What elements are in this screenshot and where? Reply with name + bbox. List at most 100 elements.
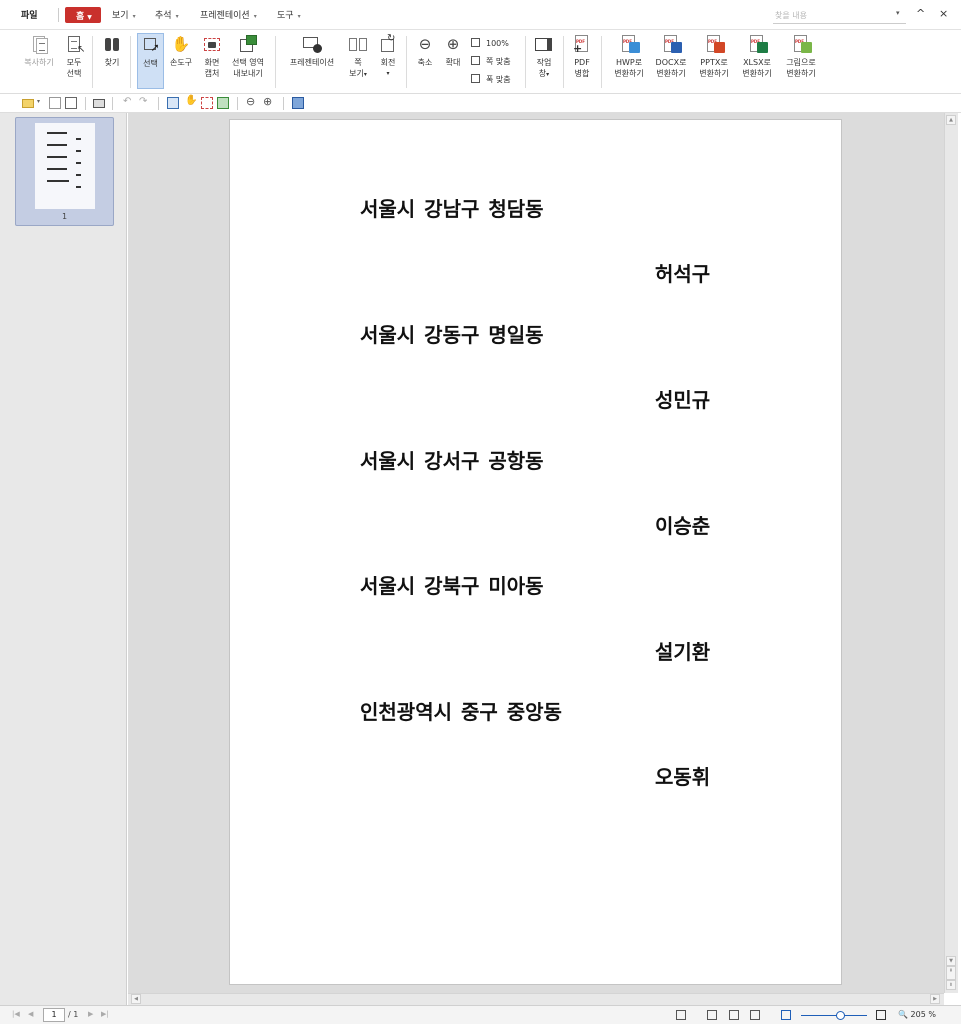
convert-docx-button[interactable]: PDF DOCX로 변환하기 [652,35,690,79]
search-input[interactable]: 찾을 내용 [773,7,906,24]
zoom-out-button[interactable]: ⊖ 축소 [414,35,436,68]
scroll-right-icon[interactable]: ▶ [930,994,940,1004]
convert-hwp-button[interactable]: PDF HWP로 변환하기 [610,35,648,79]
recipient-name: 이승춘 [655,514,711,538]
camera-icon[interactable] [201,97,213,109]
vertical-scrollbar[interactable]: ▲ ▼ ⇞ ⇟ [944,113,958,993]
last-page-icon[interactable]: ▶| [101,1010,109,1018]
next-page-button-icon[interactable]: ▶ [88,1010,93,1018]
single-page-view-icon[interactable] [707,1010,717,1020]
hwp-file-icon: PDF [619,35,640,54]
zoom-100-button[interactable]: 100% [471,38,509,48]
pdf-merge-icon: PDF + [572,35,592,54]
scroll-left-icon[interactable]: ◀ [131,994,141,1004]
select-tool-button[interactable]: ➚ 선택 [137,33,164,89]
menu-annotate[interactable]: 추석 ▾ [155,8,179,21]
ribbon-divider [563,36,564,88]
zoom-out-icon: ⊖ [418,35,432,53]
export-selection-button[interactable]: 선택 영역 내보내기 [229,35,267,79]
convert-image-button[interactable]: PDF 그림으로 변환하기 [781,35,821,79]
convert-hwp-label-1: HWP로 [615,58,643,67]
undo-icon[interactable]: ↶ [123,96,131,107]
menu-view[interactable]: 보기 ▾ [112,8,136,21]
save-icon[interactable] [49,97,61,109]
zoom-100-icon [471,38,480,47]
menu-presentation-label: 프레젠테이션 [200,11,250,21]
scroll-down-icon[interactable]: ▼ [946,956,956,966]
chevron-down-icon: ▾ [386,70,390,77]
zoom-slider-track[interactable] [801,1015,867,1016]
copy-button[interactable]: 복사하기 [20,35,58,68]
fit-width-icon[interactable] [750,1010,760,1020]
work-pane-button[interactable]: 작업 창▾ [533,35,555,80]
scroll-up-icon[interactable]: ▲ [946,115,956,125]
save-as-icon[interactable] [65,97,77,109]
zoom-in-button[interactable]: ⊕ 확대 [442,35,464,68]
pdf-merge-button[interactable]: PDF + PDF 병합 [570,35,594,79]
zoom-in-small-icon[interactable] [876,1010,886,1020]
address-line: 서울시 강북구 미아동 [360,574,544,598]
select-all-label-2: 선택 [66,69,82,78]
menu-view-label: 보기 [112,11,129,21]
open-folder-icon[interactable] [22,99,34,108]
convert-xlsx-button[interactable]: PDF XLSX로 변환하기 [738,35,776,79]
rotate-button[interactable]: ↻ 회전 ▾ [377,33,399,79]
zoom-slider-handle[interactable] [836,1011,845,1020]
select-all-button[interactable]: ↖ 모두 선택 [62,35,86,79]
fit-options-icon[interactable] [676,1010,686,1020]
hand-tool-button[interactable]: ✋ 손도구 [168,35,194,68]
first-page-icon[interactable]: |◀ [12,1010,20,1018]
thumbnail-text-line [76,186,81,188]
ribbon-divider [130,36,131,88]
fit-page-button[interactable]: 쪽 맞춤 [471,56,511,67]
convert-pptx-button[interactable]: PDF PPTX로 변환하기 [695,35,733,79]
menu-tools[interactable]: 도구 ▾ [277,8,301,21]
presentation-label: 프레젠테이션 [289,58,335,67]
convert-xlsx-label-1: XLSX로 [743,58,771,67]
print-icon[interactable] [93,99,105,108]
hand-tool-label: 손도구 [169,58,193,67]
address-line: 인천광역시 중구 중앙동 [360,700,562,724]
document-viewer[interactable]: 서울시 강남구 청담동 허석구 서울시 강동구 명일동 성민규 서울시 강서구 … [128,113,944,993]
screen-capture-button[interactable]: 화면 캡처 [200,35,224,79]
page-view-button[interactable]: 쪽 보기▾ [346,35,370,80]
status-bar: |◀ ◀ 1 / 1 ▶ ▶| 🔍 205 % [0,1005,961,1024]
ribbon-collapse-icon[interactable]: ^ [916,7,925,20]
thumbnail-text-line [47,156,67,158]
menu-file[interactable]: 파일 [21,8,38,21]
zoom-out-small-icon[interactable] [781,1010,791,1020]
redo-icon[interactable]: ↷ [139,96,147,107]
page-thumbnail[interactable]: 1 [15,117,114,226]
fit-width-button[interactable]: 폭 맞춤 [471,74,511,85]
search-dropdown-icon[interactable]: ▾ [896,9,900,17]
ribbon-divider [275,36,276,88]
menu-bar: 파일 홈 ▼ 보기 ▾ 추석 ▾ 프레젠테이션 ▾ 도구 ▾ 찾을 내용 ▾ ^ × [0,0,961,30]
fit-page-icon[interactable] [729,1010,739,1020]
menu-home[interactable]: 홈 ▼ [65,7,101,23]
ribbon-divider [601,36,602,88]
zoom-level[interactable]: 🔍 205 % [898,1010,936,1019]
menu-presentation[interactable]: 프레젠테이션 ▾ [200,8,257,21]
previous-page-icon[interactable]: ⇞ [946,966,956,980]
zoom-in-icon[interactable]: ⊕ [263,95,272,108]
close-icon[interactable]: × [939,7,948,20]
page-number-input[interactable]: 1 [43,1008,65,1022]
select-all-icon: ↖ [64,35,85,55]
ribbon-divider [525,36,526,88]
toolbar-divider [85,97,86,110]
select-cursor-icon[interactable] [167,97,179,109]
horizontal-scrollbar[interactable]: ◀ ▶ [128,993,944,1005]
export-selection-label-1: 선택 영역 [232,58,264,67]
next-page-icon[interactable]: ⇟ [946,980,956,990]
presentation-button[interactable]: 프레젠테이션 [285,35,339,68]
chevron-down-icon[interactable]: ▾ [37,98,40,105]
hand-icon[interactable]: ✋ [185,95,197,106]
find-button[interactable]: 찾기 [100,35,124,68]
zoom-out-icon[interactable]: ⊖ [246,95,255,108]
export-image-icon [238,35,258,54]
previous-page-button-icon[interactable]: ◀ [28,1010,33,1018]
recipient-name: 설기환 [655,640,711,664]
chevron-down-icon: ▾ [175,13,179,20]
binoculars-icon[interactable] [292,97,304,109]
export-image-icon[interactable] [217,97,229,109]
